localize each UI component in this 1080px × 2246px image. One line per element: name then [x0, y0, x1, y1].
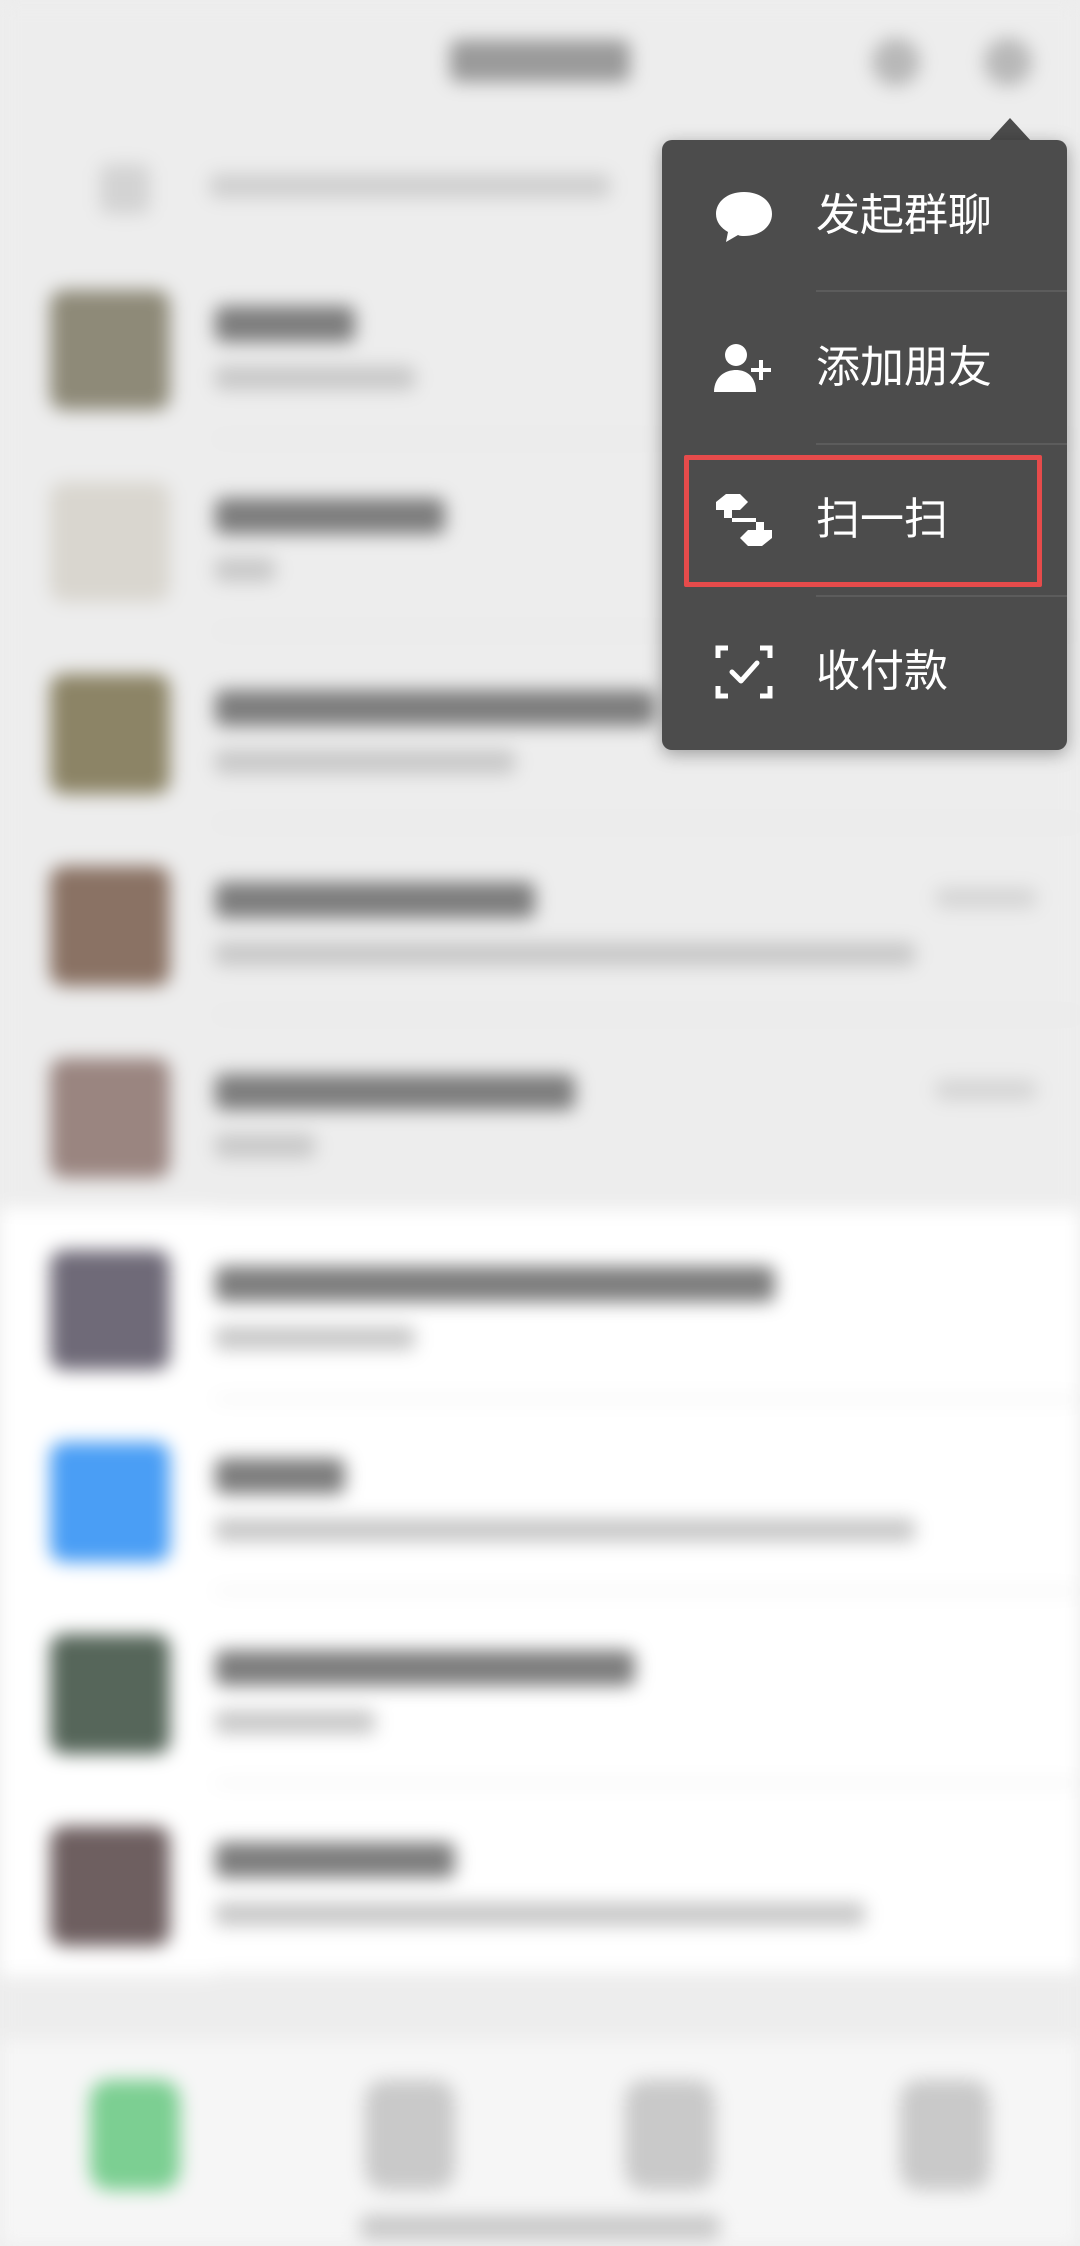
chat-preview: [215, 1902, 865, 1926]
tab-discover[interactable]: [625, 2080, 715, 2190]
menu-item-label: 收付款: [816, 646, 948, 697]
chat-row[interactable]: [0, 1208, 1080, 1400]
chat-row[interactable]: [0, 824, 1080, 1016]
chat-preview: [215, 942, 915, 966]
menu-item-payment[interactable]: 收付款: [662, 596, 1067, 748]
chat-row[interactable]: [0, 1016, 1080, 1208]
avatar: [50, 1826, 170, 1946]
chat-row[interactable]: [0, 1400, 1080, 1592]
avatar: [50, 482, 170, 602]
chat-name: [215, 690, 655, 726]
chat-name: [215, 882, 535, 918]
tab-contacts[interactable]: [365, 2080, 455, 2190]
bottom-tab-bar: [0, 2040, 1080, 2246]
avatar: [50, 290, 170, 410]
chat-time: [936, 1080, 1036, 1100]
chat-preview: [215, 1134, 315, 1158]
search-icon[interactable]: [872, 38, 920, 86]
chat-preview: [215, 1326, 415, 1350]
menu-item-label: 发起群聊: [816, 190, 992, 241]
menu-item-scan[interactable]: 扫一扫: [662, 444, 1067, 596]
avatar: [50, 1058, 170, 1178]
add-icon[interactable]: [984, 38, 1032, 86]
chat-name: [215, 1842, 455, 1878]
search-icon: [100, 164, 150, 214]
avatar: [50, 1634, 170, 1754]
chat-bubble-icon: [716, 192, 772, 242]
tab-labels: [360, 2215, 720, 2239]
tab-me[interactable]: [900, 2080, 990, 2190]
chat-name: [215, 1266, 775, 1302]
chat-time: [936, 888, 1036, 908]
chat-preview: [215, 750, 515, 774]
chat-preview: [215, 558, 275, 582]
chat-name: [215, 1650, 635, 1686]
add-friend-icon: [714, 344, 771, 392]
chat-name: [215, 1074, 575, 1110]
add-menu-popup: 发起群聊 添加朋友 扫一扫 收付款: [662, 140, 1067, 750]
chat-preview: [215, 366, 415, 390]
menu-item-group-chat[interactable]: 发起群聊: [662, 140, 1067, 292]
chat-preview: [215, 1710, 375, 1734]
popup-arrow: [988, 118, 1032, 142]
menu-item-label: 扫一扫: [816, 494, 948, 545]
avatar: [50, 1250, 170, 1370]
menu-item-add-friend[interactable]: 添加朋友: [662, 292, 1067, 444]
avatar: [50, 866, 170, 986]
divider: [215, 1974, 1080, 1976]
avatar: [50, 1442, 170, 1562]
avatar: [50, 674, 170, 794]
menu-item-label: 添加朋友: [816, 342, 992, 393]
search-bar[interactable]: [40, 140, 660, 230]
chat-name: [215, 498, 445, 534]
payment-scan-icon: [715, 645, 773, 699]
scan-icon: [716, 494, 772, 546]
top-bar: [0, 0, 1080, 125]
chat-row[interactable]: [0, 1784, 1080, 1976]
page-title: [450, 40, 630, 82]
chat-name: [215, 306, 355, 342]
chat-row[interactable]: [0, 1592, 1080, 1784]
chat-name: [215, 1458, 345, 1494]
search-placeholder: [210, 174, 610, 198]
tab-chats[interactable]: [90, 2080, 180, 2190]
chat-preview: [215, 1518, 915, 1542]
